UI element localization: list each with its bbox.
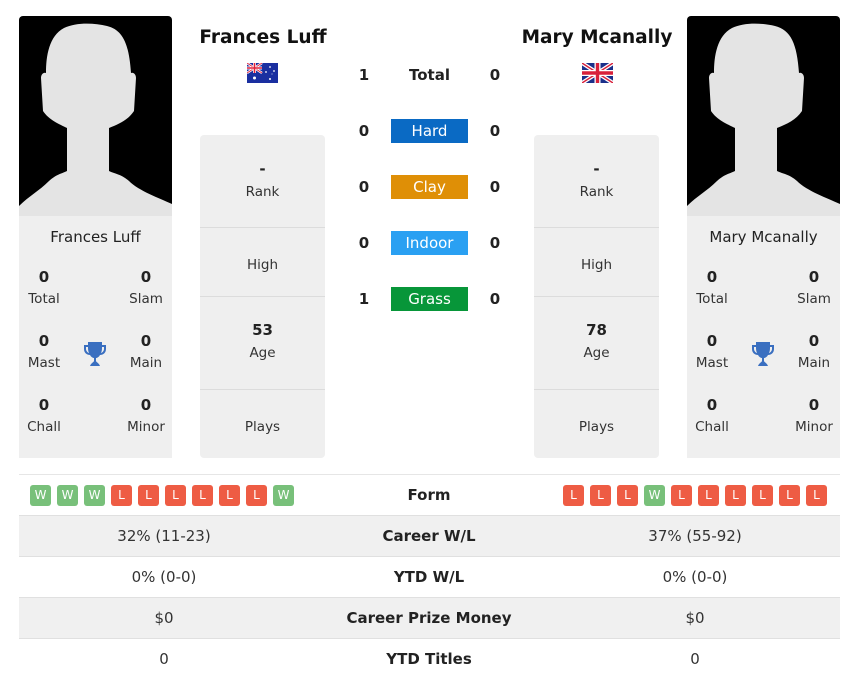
stat-slam: 0 Slam (797, 268, 831, 307)
stat-main: 0 Main (129, 332, 163, 371)
form-badge-loss[interactable]: L (138, 485, 159, 506)
surface-badge-hard: Hard (391, 119, 468, 143)
form-badges-right: LLLWLLLLLL (563, 485, 827, 506)
form-badge-win[interactable]: W (273, 485, 294, 506)
stat-mast: 0 Mast (27, 332, 61, 371)
ytd-wl-row: 0% (0-0) YTD W/L 0% (0-0) (19, 556, 840, 597)
info-plays: Plays (578, 419, 615, 435)
form-label: Form (407, 486, 451, 504)
silhouette-icon (19, 23, 172, 216)
form-badge-loss[interactable]: L (219, 485, 240, 506)
form-badge-win[interactable]: W (30, 485, 51, 506)
form-badge-loss[interactable]: L (725, 485, 746, 506)
stat-total: 0 Total (28, 268, 60, 307)
form-badge-loss[interactable]: L (192, 485, 213, 506)
career-wl-row: 32% (11-23) Career W/L 37% (55-92) (19, 515, 840, 556)
flag-united-kingdom-icon (582, 63, 613, 83)
form-badge-win[interactable]: W (644, 485, 665, 506)
player-info-left: - Rank High 53 Age Plays (200, 135, 325, 458)
form-badge-loss[interactable]: L (246, 485, 267, 506)
player-heading-right[interactable]: Mary Mcanally (510, 27, 684, 48)
form-badge-loss[interactable]: L (752, 485, 773, 506)
player-heading-left[interactable]: Frances Luff (183, 27, 343, 48)
form-badges-left: WWWLLLLLLW (30, 485, 294, 506)
player-name[interactable]: Mary Mcanally (687, 228, 840, 246)
form-row: WWWLLLLLLW Form LLLWLLLLLL (19, 474, 840, 515)
stat-main: 0 Main (797, 332, 831, 371)
h2h-total: 1 Total 0 (358, 66, 501, 84)
stat-chall: 0 Chall (27, 396, 61, 435)
form-badge-loss[interactable]: L (671, 485, 692, 506)
info-age: 78 Age (534, 297, 659, 390)
info-age: 53 Age (200, 297, 325, 390)
trophy-icon (752, 342, 774, 366)
info-rank: - Rank (200, 135, 325, 228)
player-card-left: Frances Luff 0 Total 0 Slam 0 Mast 0 Main 0C… (19, 216, 172, 458)
stat-slam: 0 Slam (129, 268, 163, 307)
form-badge-loss[interactable]: L (590, 485, 611, 506)
surface-badge-indoor: Indoor (391, 231, 468, 255)
h2h-indoor: 0 Indoor 0 (340, 231, 520, 255)
form-badge-loss[interactable]: L (617, 485, 638, 506)
stat-minor: 0 Minor (795, 396, 833, 435)
info-high: High (200, 228, 325, 297)
h2h-clay: 0 Clay 0 (340, 175, 520, 199)
player-name[interactable]: Frances Luff (19, 228, 172, 246)
info-high: High (534, 228, 659, 297)
player-photo-left (19, 16, 172, 216)
trophy-icon (84, 342, 106, 366)
stat-minor: 0 Minor (127, 396, 165, 435)
player-info-right: - Rank High 78 Age Plays (534, 135, 659, 458)
info-rank: - Rank (534, 135, 659, 228)
form-badge-win[interactable]: W (57, 485, 78, 506)
career-prize-row: $0 Career Prize Money $0 (19, 597, 840, 638)
stat-mast: 0 Mast (695, 332, 729, 371)
silhouette-icon (687, 23, 840, 216)
h2h-hard: 0 Hard 0 (340, 119, 520, 143)
stat-total: 0 Total (696, 268, 728, 307)
h2h-grass: 1 Grass 0 (340, 287, 520, 311)
form-badge-loss[interactable]: L (806, 485, 827, 506)
info-plays: Plays (244, 419, 281, 435)
surface-badge-grass: Grass (391, 287, 468, 311)
form-badge-loss[interactable]: L (165, 485, 186, 506)
form-badge-loss[interactable]: L (111, 485, 132, 506)
flag-australia-icon (247, 63, 278, 83)
form-badge-loss[interactable]: L (563, 485, 584, 506)
player-photo-right (687, 16, 840, 216)
player-card-right: Mary Mcanally 0 Total 0 Slam 0 Mast 0 Main 0… (687, 216, 840, 458)
ytd-titles-row: 0 YTD Titles 0 (19, 638, 840, 679)
surface-badge-clay: Clay (391, 175, 468, 199)
form-badge-loss[interactable]: L (779, 485, 800, 506)
stat-chall: 0 Chall (695, 396, 729, 435)
form-badge-loss[interactable]: L (698, 485, 719, 506)
form-badge-win[interactable]: W (84, 485, 105, 506)
